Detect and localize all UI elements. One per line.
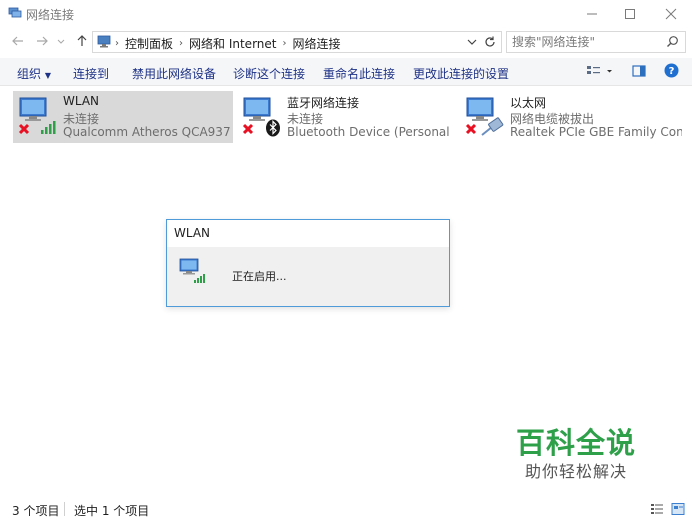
change-settings-button[interactable]: 更改此连接的设置 [413, 65, 509, 82]
search-input[interactable] [512, 34, 660, 50]
connection-item-bluetooth[interactable]: 蓝牙网络连接 未连接 Bluetooth Device (Personal Ar… [237, 91, 457, 143]
wlan-adapter-icon [18, 97, 56, 135]
connection-device: Qualcomm Atheros QCA9377 ... [63, 125, 231, 139]
dialog-title-bar: WLAN [167, 220, 449, 247]
rename-button[interactable]: 重命名此连接 [323, 65, 395, 82]
chevron-down-icon [57, 39, 65, 44]
dialog-message: 正在启用... [232, 270, 287, 283]
connection-name: 以太网 [510, 96, 547, 110]
control-panel-icon [97, 35, 111, 48]
breadcrumb-separator: › [282, 38, 287, 49]
breadcrumb-control-panel[interactable]: 控制面板 [125, 35, 173, 52]
preview-pane-button[interactable] [632, 64, 646, 81]
command-bar: 组织 ▼ 连接到 禁用此网络设备 诊断这个连接 重命名此连接 更改此连接的设置 … [0, 58, 692, 86]
bluetooth-adapter-icon [242, 97, 280, 137]
maximize-icon [625, 9, 635, 19]
tiles-view-button[interactable] [671, 502, 685, 519]
bluetooth-icon [266, 119, 280, 137]
window-title: 网络连接 [26, 8, 75, 22]
minimize-icon [587, 13, 597, 15]
status-divider [64, 502, 65, 516]
connect-to-button[interactable]: 连接到 [73, 65, 109, 82]
breadcrumb-network-internet[interactable]: 网络和 Internet [189, 35, 276, 52]
address-dropdown-icon[interactable] [467, 37, 477, 47]
forward-button[interactable] [34, 34, 50, 50]
connection-name: WLAN [63, 94, 100, 108]
item-count: 3 个项目 [12, 504, 60, 518]
dropdown-arrow-icon: ▼ [44, 71, 51, 80]
wifi-signal-icon [194, 274, 205, 283]
refresh-icon[interactable] [483, 35, 497, 49]
maximize-button[interactable] [610, 0, 650, 28]
ethernet-adapter-icon [465, 97, 504, 136]
watermark-title: 百科全说 [516, 426, 637, 460]
navigation-bar: › 控制面板 › 网络和 Internet › 网络连接 [0, 28, 692, 56]
title-bar: 网络连接 [0, 0, 692, 28]
disable-device-button[interactable]: 禁用此网络设备 [132, 65, 216, 82]
minimize-button[interactable] [572, 0, 612, 28]
connection-device: Bluetooth Device (Personal Are... [287, 125, 453, 139]
selected-count: 选中 1 个项目 [74, 504, 150, 518]
up-button[interactable] [74, 34, 90, 50]
help-icon: ? [664, 63, 679, 78]
search-icon[interactable] [666, 35, 679, 48]
wlan-adapter-icon [179, 258, 205, 283]
breadcrumb-separator: › [179, 38, 184, 49]
diagnose-button[interactable]: 诊断这个连接 [233, 65, 305, 82]
connection-device: Realtek PCIe GBE Family Contr... [510, 125, 682, 139]
arrow-up-icon [77, 35, 87, 46]
address-bar[interactable]: › 控制面板 › 网络和 Internet › 网络连接 [92, 31, 502, 53]
connection-item-ethernet[interactable]: 以太网 网络电缆被拔出 Realtek PCIe GBE Family Cont… [460, 91, 685, 143]
svg-text:?: ? [669, 66, 675, 77]
recent-locations-button[interactable] [56, 34, 66, 50]
breadcrumb-separator: › [115, 38, 119, 49]
arrow-right-icon [37, 36, 48, 46]
breadcrumb-network-connections[interactable]: 网络连接 [292, 35, 340, 52]
back-button[interactable] [10, 34, 26, 50]
network-connections-icon [8, 7, 22, 18]
arrow-left-icon [12, 36, 23, 46]
search-box[interactable] [506, 31, 686, 53]
dialog-title: WLAN [174, 226, 211, 240]
close-button[interactable] [651, 0, 691, 28]
watermark-logo: 百科全说 助你轻松解决 [516, 426, 636, 484]
status-bar: 3 个项目 选中 1 个项目 [0, 498, 692, 521]
watermark-subtitle: 助你轻松解决 [525, 462, 628, 481]
wifi-signal-icon [41, 121, 56, 134]
help-button[interactable]: ? [664, 63, 679, 81]
details-view-icon [651, 504, 663, 514]
preview-pane-icon [632, 65, 646, 77]
enabling-dialog: WLAN 正在启用... [166, 219, 450, 307]
close-icon [665, 8, 677, 20]
view-options-icon [587, 66, 612, 74]
connection-item-wlan[interactable]: WLAN 未连接 Qualcomm Atheros QCA9377 ... [13, 91, 233, 143]
organize-menu[interactable]: 组织 ▼ [17, 65, 51, 82]
view-options-button[interactable] [586, 64, 614, 81]
details-view-button[interactable] [650, 502, 664, 519]
tiles-view-icon [671, 503, 685, 515]
connection-name: 蓝牙网络连接 [287, 96, 360, 110]
